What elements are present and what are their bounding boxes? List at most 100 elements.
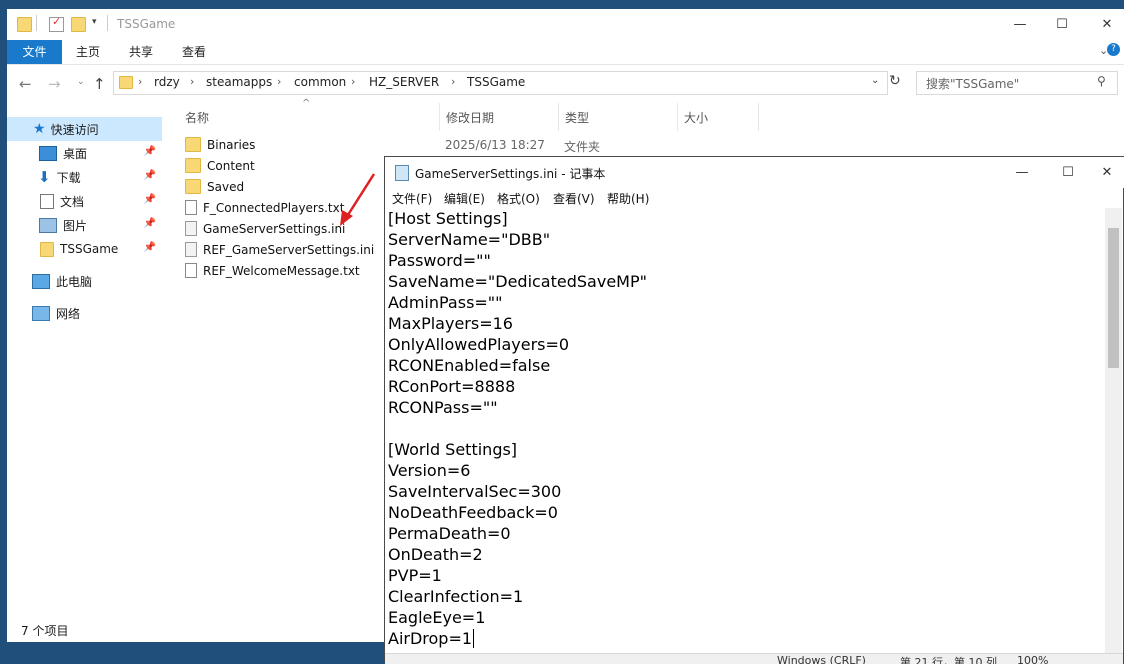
text-line: PermaDeath=0 bbox=[388, 524, 511, 543]
file-name: REF_WelcomeMessage.txt bbox=[203, 263, 360, 278]
settings-file-icon bbox=[185, 221, 197, 236]
notepad-text-area[interactable]: [Host Settings] ServerName="DBB" Passwor… bbox=[388, 208, 1098, 658]
pin-icon[interactable]: 📌 bbox=[144, 218, 156, 229]
maximize-button[interactable]: ☐ bbox=[1045, 157, 1091, 188]
text-line: MaxPlayers=16 bbox=[388, 314, 513, 333]
address-bar[interactable]: › rdzy › steamapps › common › HZ_SERVER … bbox=[113, 71, 888, 95]
notepad-titlebar: GameServerSettings.ini - 记事本 — ☐ ✕ bbox=[385, 157, 1124, 188]
file-row-ref-game-server-settings[interactable]: REF_GameServerSettings.ini bbox=[185, 239, 374, 260]
new-folder-icon[interactable] bbox=[71, 17, 86, 32]
menu-help[interactable]: 帮助(H) bbox=[607, 190, 649, 207]
chevron-down-icon[interactable]: ▾ bbox=[92, 17, 97, 27]
nav-label: 快速访问 bbox=[50, 122, 99, 137]
nav-network[interactable]: 网络 bbox=[7, 301, 162, 325]
notepad-menubar: 文件(F) 编辑(E) 格式(O) 查看(V) 帮助(H) bbox=[385, 188, 1124, 208]
nav-quick-access[interactable]: ★ 快速访问 bbox=[7, 117, 162, 141]
file-row-game-server-settings[interactable]: GameServerSettings.ini bbox=[185, 218, 345, 239]
pin-icon[interactable]: 📌 bbox=[144, 242, 156, 253]
minimize-button[interactable]: — bbox=[999, 157, 1045, 188]
file-row-connected-players[interactable]: F_ConnectedPlayers.txt bbox=[185, 197, 344, 218]
breadcrumb-tssgame[interactable]: TSSGame bbox=[467, 75, 525, 89]
column-header-name[interactable]: 名称 bbox=[185, 109, 209, 126]
chevron-down-icon[interactable]: ⌄ bbox=[871, 75, 879, 86]
menu-format[interactable]: 格式(O) bbox=[497, 190, 540, 207]
pin-icon[interactable]: 📌 bbox=[144, 170, 156, 181]
nav-item-downloads[interactable]: ⬇ 下载 📌 bbox=[7, 165, 162, 189]
nav-label: 此电脑 bbox=[56, 274, 93, 289]
tab-view[interactable]: 查看 bbox=[168, 40, 220, 64]
text-line: [World Settings] bbox=[388, 440, 518, 459]
navigation-pane: ★ 快速访问 桌面 📌 ⬇ 下载 📌 文档 📌 图片 📌 TSSGame 📌 此… bbox=[7, 107, 167, 617]
nav-item-documents[interactable]: 文档 📌 bbox=[7, 189, 162, 213]
breadcrumb-separator: › bbox=[138, 75, 143, 88]
text-line: PVP=1 bbox=[388, 566, 442, 585]
file-name: F_ConnectedPlayers.txt bbox=[203, 200, 345, 215]
search-input[interactable]: 搜索"TSSGame" ⚲ bbox=[916, 71, 1118, 95]
breadcrumb-steamapps[interactable]: steamapps bbox=[206, 75, 272, 89]
text-line: OnDeath=2 bbox=[388, 545, 483, 564]
pin-icon[interactable]: 📌 bbox=[144, 194, 156, 205]
nav-item-tssgame[interactable]: TSSGame 📌 bbox=[7, 237, 162, 261]
column-divider[interactable] bbox=[677, 103, 678, 131]
search-icon[interactable]: ⚲ bbox=[1097, 74, 1106, 88]
column-divider[interactable] bbox=[439, 103, 440, 131]
file-name: Saved bbox=[207, 179, 245, 194]
file-row-content[interactable]: Content bbox=[185, 155, 255, 176]
close-button[interactable]: ✕ bbox=[1089, 157, 1124, 188]
nav-label: 文档 bbox=[60, 194, 85, 209]
download-icon: ⬇ bbox=[38, 168, 51, 186]
nav-this-pc[interactable]: 此电脑 bbox=[7, 269, 162, 293]
refresh-icon[interactable]: ↻ bbox=[889, 73, 901, 89]
text-file-icon bbox=[185, 263, 197, 278]
text-line-content: AirDrop=1 bbox=[388, 629, 473, 648]
nav-label: TSSGame bbox=[60, 242, 119, 256]
menu-view[interactable]: 查看(V) bbox=[553, 190, 595, 207]
menu-file[interactable]: 文件(F) bbox=[392, 190, 432, 207]
breadcrumb-separator: › bbox=[277, 75, 282, 88]
file-date: 2025/6/13 18:27 bbox=[445, 138, 545, 152]
text-line: EagleEye=1 bbox=[388, 608, 486, 627]
annotation-arrow bbox=[340, 173, 376, 226]
help-icon[interactable]: ? bbox=[1107, 43, 1120, 56]
column-divider[interactable] bbox=[758, 103, 759, 131]
nav-label: 桌面 bbox=[63, 146, 88, 161]
recent-chevron-icon[interactable]: ⌄ bbox=[77, 77, 85, 87]
back-arrow-icon[interactable]: ← bbox=[19, 75, 32, 93]
text-line: ServerName="DBB" bbox=[388, 230, 551, 249]
text-cursor bbox=[473, 629, 475, 648]
nav-label: 下载 bbox=[56, 170, 81, 185]
column-header-date[interactable]: 修改日期 bbox=[446, 109, 494, 126]
nav-item-desktop[interactable]: 桌面 📌 bbox=[7, 141, 162, 165]
breadcrumb-common[interactable]: common bbox=[294, 75, 346, 89]
column-header-type[interactable]: 类型 bbox=[565, 109, 589, 126]
breadcrumb-rdzy[interactable]: rdzy bbox=[154, 75, 180, 89]
nav-item-pictures[interactable]: 图片 📌 bbox=[7, 213, 162, 237]
close-button[interactable]: ✕ bbox=[1084, 9, 1124, 40]
breadcrumb-separator: › bbox=[351, 75, 356, 88]
desktop-icon bbox=[39, 145, 57, 161]
computer-icon bbox=[32, 273, 50, 289]
folder-icon bbox=[185, 179, 201, 194]
forward-arrow-icon[interactable]: → bbox=[48, 75, 61, 93]
pin-icon[interactable]: 📌 bbox=[144, 146, 156, 157]
tab-file[interactable]: 文件 bbox=[7, 40, 62, 64]
text-line: SaveIntervalSec=300 bbox=[388, 482, 562, 501]
up-arrow-icon[interactable]: ↑ bbox=[93, 75, 106, 93]
text-line: OnlyAllowedPlayers=0 bbox=[388, 335, 570, 354]
tab-share[interactable]: 共享 bbox=[115, 40, 167, 64]
vertical-scrollbar[interactable] bbox=[1105, 208, 1122, 658]
properties-icon[interactable]: ✓ bbox=[49, 15, 64, 32]
tab-home[interactable]: 主页 bbox=[62, 40, 114, 64]
menu-edit[interactable]: 编辑(E) bbox=[444, 190, 485, 207]
minimize-button[interactable]: — bbox=[997, 9, 1043, 40]
column-divider[interactable] bbox=[558, 103, 559, 131]
pictures-icon bbox=[39, 217, 57, 233]
breadcrumb-hz-server[interactable]: HZ_SERVER bbox=[369, 75, 439, 89]
maximize-button[interactable]: ☐ bbox=[1039, 9, 1085, 40]
column-header-size[interactable]: 大小 bbox=[684, 109, 708, 126]
file-row-ref-welcome-message[interactable]: REF_WelcomeMessage.txt bbox=[185, 260, 360, 281]
scrollbar-thumb[interactable] bbox=[1108, 228, 1119, 368]
file-row-binaries[interactable]: Binaries bbox=[185, 134, 255, 155]
file-row-saved[interactable]: Saved bbox=[185, 176, 244, 197]
folder-icon bbox=[40, 241, 54, 257]
